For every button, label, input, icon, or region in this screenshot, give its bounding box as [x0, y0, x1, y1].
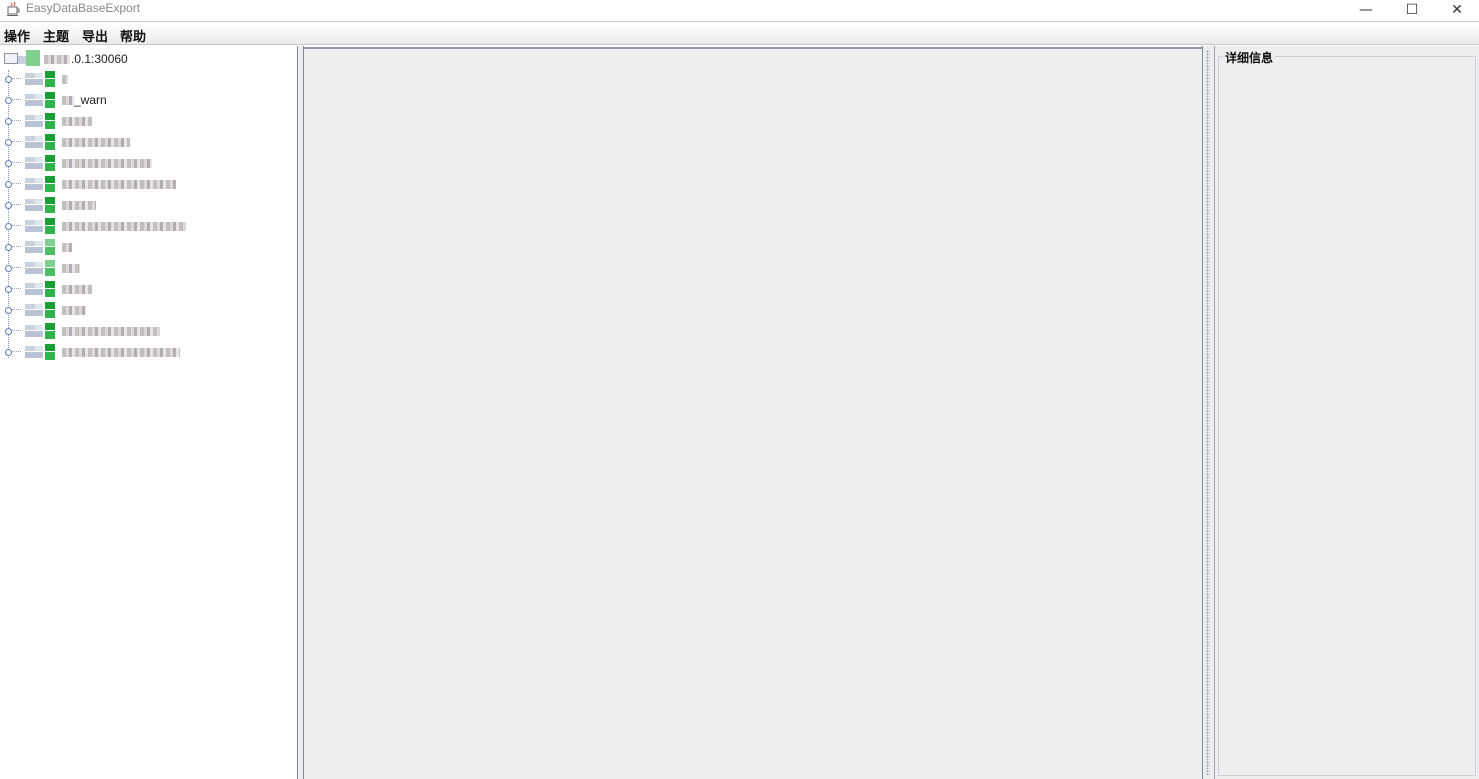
server-connection-icon — [4, 50, 44, 68]
database-icon — [25, 113, 57, 129]
expand-handle-icon[interactable] — [3, 326, 21, 336]
redacted-text — [62, 158, 152, 168]
expand-handle-icon[interactable] — [3, 200, 21, 210]
redacted-text — [62, 221, 186, 231]
redacted-text — [44, 54, 70, 64]
expand-handle-icon[interactable] — [3, 263, 21, 273]
database-tree[interactable]: .0.1:30060 _warn — [0, 46, 297, 779]
tree-node[interactable] — [3, 133, 130, 151]
menu-bar: 操作 主题 导出 帮助 — [0, 23, 1479, 45]
expand-handle-icon[interactable] — [3, 221, 21, 231]
minimize-button[interactable]: — — [1343, 0, 1389, 20]
minimize-icon: — — [1359, 2, 1373, 18]
expand-handle-icon[interactable] — [3, 137, 21, 147]
redacted-text — [62, 284, 92, 294]
right-splitter[interactable] — [1202, 46, 1214, 779]
expand-handle-icon[interactable] — [3, 74, 21, 84]
tree-node[interactable] — [3, 112, 92, 130]
menu-export[interactable]: 导出 — [82, 26, 108, 45]
tree-node[interactable]: _warn — [3, 91, 107, 109]
maximize-button[interactable]: ☐ — [1389, 0, 1435, 20]
database-icon — [25, 239, 57, 255]
tree-node[interactable] — [3, 259, 80, 277]
redacted-text — [62, 74, 68, 84]
redacted-text — [62, 116, 92, 126]
splitter-grip — [1206, 50, 1210, 775]
database-icon — [25, 71, 57, 87]
tree-node-label: _warn — [74, 93, 107, 107]
database-icon — [25, 344, 57, 360]
database-icon — [25, 218, 57, 234]
expand-handle-icon[interactable] — [3, 305, 21, 315]
expand-handle-icon[interactable] — [3, 158, 21, 168]
tree-node[interactable] — [3, 175, 176, 193]
database-icon — [25, 197, 57, 213]
redacted-text — [62, 200, 96, 210]
tree-node[interactable] — [3, 70, 68, 88]
tree-node[interactable] — [3, 322, 160, 340]
left-splitter[interactable] — [297, 46, 304, 779]
redacted-text — [62, 305, 86, 315]
redacted-text — [62, 347, 180, 357]
tree-root-node[interactable]: .0.1:30060 — [4, 50, 128, 68]
close-icon: ✕ — [1451, 2, 1463, 18]
expand-handle-icon[interactable] — [3, 284, 21, 294]
tree-node[interactable] — [3, 238, 72, 256]
expand-handle-icon[interactable] — [3, 116, 21, 126]
main-content-panel — [304, 47, 1202, 779]
redacted-text — [62, 95, 74, 105]
redacted-text — [62, 242, 72, 252]
tree-node[interactable] — [3, 280, 92, 298]
tree-node[interactable] — [3, 301, 86, 319]
tree-node[interactable] — [3, 154, 152, 172]
database-icon — [25, 176, 57, 192]
database-icon — [25, 281, 57, 297]
details-title: 详细信息 — [1223, 49, 1276, 66]
expand-handle-icon[interactable] — [3, 95, 21, 105]
redacted-text — [62, 263, 80, 273]
database-icon — [25, 323, 57, 339]
database-icon — [25, 155, 57, 171]
tree-node[interactable] — [3, 217, 186, 235]
database-icon — [25, 302, 57, 318]
expand-handle-icon[interactable] — [3, 242, 21, 252]
root-node-label: .0.1:30060 — [71, 52, 128, 66]
database-icon — [25, 92, 57, 108]
java-cup-icon — [7, 1, 20, 16]
database-icon — [25, 260, 57, 276]
window-title: EasyDataBaseExport — [26, 1, 141, 15]
details-panel: 详细信息 — [1214, 46, 1479, 779]
details-group-box: 详细信息 — [1218, 49, 1476, 776]
database-icon — [25, 134, 57, 150]
menu-theme[interactable]: 主题 — [43, 26, 69, 45]
menu-operation[interactable]: 操作 — [4, 26, 30, 45]
expand-handle-icon[interactable] — [3, 347, 21, 357]
maximize-icon: ☐ — [1405, 2, 1419, 18]
redacted-text — [62, 137, 130, 147]
window-titlebar: EasyDataBaseExport — ☐ ✕ — [0, 0, 1479, 22]
redacted-text — [62, 179, 176, 189]
tree-node[interactable] — [3, 343, 180, 361]
expand-handle-icon[interactable] — [3, 179, 21, 189]
menu-help[interactable]: 帮助 — [120, 26, 146, 45]
redacted-text — [62, 326, 160, 336]
close-button[interactable]: ✕ — [1434, 0, 1479, 20]
tree-node[interactable] — [3, 196, 96, 214]
